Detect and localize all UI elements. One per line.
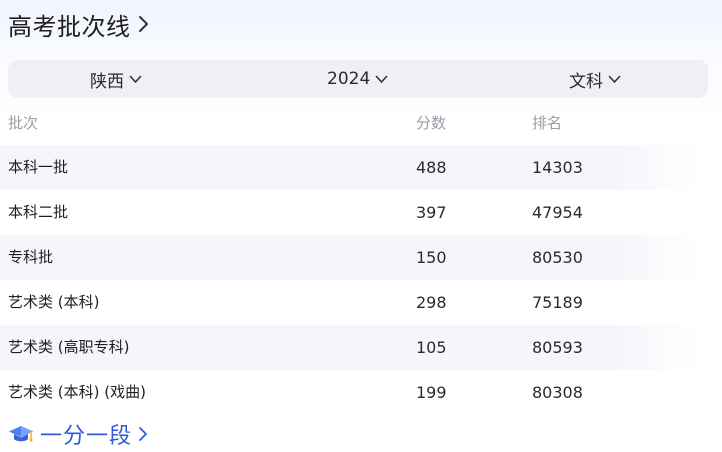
batch-cell: 本科一批	[8, 158, 69, 176]
batch-cell: 艺术类 (高职专科)	[8, 338, 130, 356]
section-title-link[interactable]: 高考批次线	[8, 6, 151, 42]
score-cell: 488	[416, 158, 447, 177]
column-header-batch: 批次	[8, 114, 39, 132]
rank-cell: 80593	[532, 338, 583, 357]
score-cell: 105	[416, 338, 447, 357]
table-body: 本科一批 488 14303 本科二批 397 47954 专科批 150 80…	[0, 145, 722, 415]
year-dropdown[interactable]: 2024	[327, 60, 388, 98]
batch-line-table: 批次 分数 排名 本科一批 488 14303 本科二批 397 47954 专…	[0, 100, 722, 402]
column-header-rank: 排名	[532, 114, 563, 132]
filter-bar: 陕西 2024 文科	[8, 60, 708, 98]
chevron-right-icon	[138, 16, 148, 32]
rank-cell: 75189	[532, 293, 583, 312]
page-title: 高考批次线	[8, 12, 131, 41]
page: 高考批次线 陕西 2024 文科 批次 分数 排名 本科一批 488 14303…	[0, 0, 722, 452]
column-header-score: 分数	[416, 114, 447, 132]
table-row: 艺术类 (本科) (戏曲) 199 80308	[0, 370, 700, 415]
table-header: 批次 分数 排名	[0, 100, 722, 144]
batch-cell: 艺术类 (本科)	[8, 293, 100, 311]
batch-cell: 艺术类 (本科) (戏曲)	[8, 383, 146, 401]
subject-value: 文科	[569, 71, 603, 92]
chevron-right-icon	[139, 427, 147, 441]
chevron-down-icon	[375, 75, 388, 83]
score-cell: 397	[416, 203, 447, 222]
year-value: 2024	[327, 69, 371, 89]
score-distribution-label: 一分一段	[40, 424, 133, 449]
table-row: 艺术类 (高职专科) 105 80593	[0, 325, 700, 370]
table-row: 本科一批 488 14303	[0, 145, 700, 190]
rank-cell: 47954	[532, 203, 583, 222]
chevron-down-icon	[608, 75, 621, 83]
table-row: 专科批 150 80530	[0, 235, 700, 280]
table-row: 艺术类 (本科) 298 75189	[0, 280, 700, 325]
score-distribution-link[interactable]: 一分一段	[8, 418, 148, 450]
chevron-down-icon	[129, 75, 142, 83]
province-dropdown[interactable]: 陕西	[90, 60, 142, 98]
rank-cell: 80530	[532, 248, 583, 267]
rank-cell: 80308	[532, 383, 583, 402]
province-value: 陕西	[90, 71, 124, 92]
table-row: 本科二批 397 47954	[0, 190, 700, 235]
graduation-cap-icon	[9, 426, 33, 442]
score-cell: 298	[416, 293, 447, 312]
score-cell: 150	[416, 248, 447, 267]
score-cell: 199	[416, 383, 447, 402]
subject-dropdown[interactable]: 文科	[569, 60, 621, 98]
batch-cell: 专科批	[8, 248, 54, 266]
batch-cell: 本科二批	[8, 203, 69, 221]
rank-cell: 14303	[532, 158, 583, 177]
